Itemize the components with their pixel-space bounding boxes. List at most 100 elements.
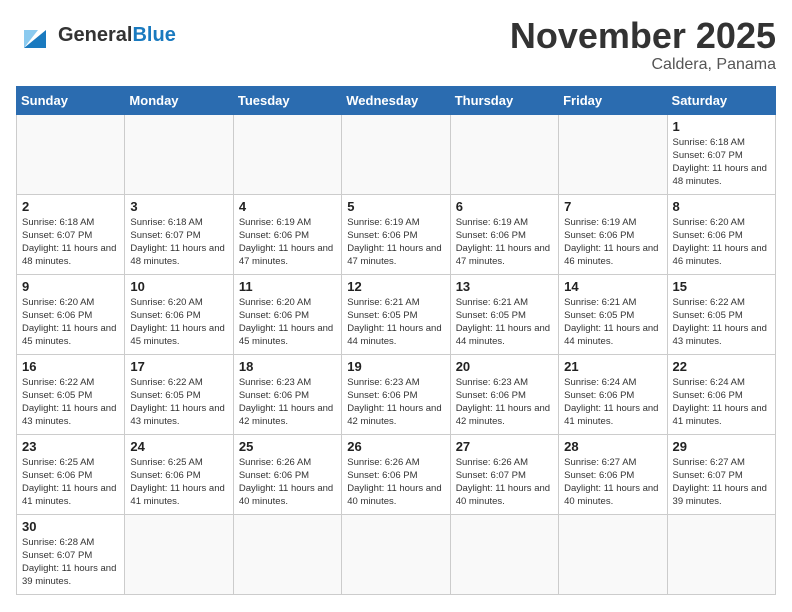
calendar-cell <box>233 114 341 194</box>
day-number: 17 <box>130 359 227 374</box>
calendar-cell: 14Sunrise: 6:21 AM Sunset: 6:05 PM Dayli… <box>559 274 667 354</box>
day-number: 25 <box>239 439 336 454</box>
title-block: November 2025 Caldera, Panama <box>510 16 776 74</box>
day-number: 2 <box>22 199 119 214</box>
day-info: Sunrise: 6:19 AM Sunset: 6:06 PM Dayligh… <box>347 216 444 269</box>
calendar-week-5: 30 Sunrise: 6:28 AM Sunset: 6:07 PM Dayli… <box>17 514 776 594</box>
logo-icon <box>16 16 54 54</box>
day-number: 20 <box>456 359 553 374</box>
calendar-week-1: 2 Sunrise: 6:18 AM Sunset: 6:07 PM Daylig… <box>17 194 776 274</box>
day-number: 15 <box>673 279 770 294</box>
day-info: Sunrise: 6:20 AM Sunset: 6:06 PM Dayligh… <box>22 296 119 349</box>
day-info: Sunrise: 6:19 AM Sunset: 6:06 PM Dayligh… <box>239 216 336 269</box>
day-number: 18 <box>239 359 336 374</box>
day-info: Sunrise: 6:18 AM Sunset: 6:07 PM Dayligh… <box>22 216 119 269</box>
calendar-cell: 3Sunrise: 6:18 AM Sunset: 6:07 PM Daylig… <box>125 194 233 274</box>
day-info: Sunrise: 6:27 AM Sunset: 6:07 PM Dayligh… <box>673 456 770 509</box>
day-info: Sunrise: 6:22 AM Sunset: 6:05 PM Dayligh… <box>22 376 119 429</box>
day-number: 23 <box>22 439 119 454</box>
calendar-cell <box>233 514 341 594</box>
weekday-sunday: Sunday <box>17 86 125 114</box>
calendar-cell: 9 Sunrise: 6:20 AM Sunset: 6:06 PM Daylig… <box>17 274 125 354</box>
weekday-friday: Friday <box>559 86 667 114</box>
day-info: Sunrise: 6:25 AM Sunset: 6:06 PM Dayligh… <box>22 456 119 509</box>
day-info: Sunrise: 6:26 AM Sunset: 6:07 PM Dayligh… <box>456 456 553 509</box>
calendar-cell: 6Sunrise: 6:19 AM Sunset: 6:06 PM Daylig… <box>450 194 558 274</box>
day-info: Sunrise: 6:18 AM Sunset: 6:07 PM Dayligh… <box>130 216 227 269</box>
day-info: Sunrise: 6:20 AM Sunset: 6:06 PM Dayligh… <box>130 296 227 349</box>
day-number: 26 <box>347 439 444 454</box>
calendar-cell: 27 Sunrise: 6:26 AM Sunset: 6:07 PM Dayli… <box>450 434 558 514</box>
day-info: Sunrise: 6:23 AM Sunset: 6:06 PM Dayligh… <box>239 376 336 429</box>
calendar-cell <box>125 514 233 594</box>
day-number: 16 <box>22 359 119 374</box>
day-info: Sunrise: 6:24 AM Sunset: 6:06 PM Dayligh… <box>673 376 770 429</box>
day-info: Sunrise: 6:18 AM Sunset: 6:07 PM Dayligh… <box>673 136 770 189</box>
calendar-cell: 5 Sunrise: 6:19 AM Sunset: 6:06 PM Daylig… <box>342 194 450 274</box>
day-info: Sunrise: 6:21 AM Sunset: 6:05 PM Dayligh… <box>456 296 553 349</box>
calendar-cell: 26Sunrise: 6:26 AM Sunset: 6:06 PM Dayli… <box>342 434 450 514</box>
day-number: 30 <box>22 519 119 534</box>
day-number: 5 <box>347 199 444 214</box>
day-info: Sunrise: 6:20 AM Sunset: 6:06 PM Dayligh… <box>239 296 336 349</box>
day-info: Sunrise: 6:22 AM Sunset: 6:05 PM Dayligh… <box>673 296 770 349</box>
calendar-cell: 23 Sunrise: 6:25 AM Sunset: 6:06 PM Dayli… <box>17 434 125 514</box>
day-info: Sunrise: 6:20 AM Sunset: 6:06 PM Dayligh… <box>673 216 770 269</box>
calendar-cell: 22Sunrise: 6:24 AM Sunset: 6:06 PM Dayli… <box>667 354 775 434</box>
calendar-cell: 12 Sunrise: 6:21 AM Sunset: 6:05 PM Dayli… <box>342 274 450 354</box>
day-info: Sunrise: 6:19 AM Sunset: 6:06 PM Dayligh… <box>564 216 661 269</box>
calendar-cell: 20Sunrise: 6:23 AM Sunset: 6:06 PM Dayli… <box>450 354 558 434</box>
weekday-tuesday: Tuesday <box>233 86 341 114</box>
month-title: November 2025 <box>510 16 776 56</box>
calendar-cell <box>342 514 450 594</box>
weekday-monday: Monday <box>125 86 233 114</box>
calendar-table: SundayMondayTuesdayWednesdayThursdayFrid… <box>16 86 776 595</box>
day-number: 19 <box>347 359 444 374</box>
calendar-cell: 21Sunrise: 6:24 AM Sunset: 6:06 PM Dayli… <box>559 354 667 434</box>
calendar-cell <box>667 514 775 594</box>
calendar-week-3: 16 Sunrise: 6:22 AM Sunset: 6:05 PM Dayli… <box>17 354 776 434</box>
day-number: 12 <box>347 279 444 294</box>
day-number: 7 <box>564 199 661 214</box>
calendar-body: 1 Sunrise: 6:18 AM Sunset: 6:07 PM Daylig… <box>17 114 776 594</box>
day-number: 28 <box>564 439 661 454</box>
calendar-cell <box>450 514 558 594</box>
calendar-cell <box>17 114 125 194</box>
day-number: 13 <box>456 279 553 294</box>
day-info: Sunrise: 6:25 AM Sunset: 6:06 PM Dayligh… <box>130 456 227 509</box>
calendar-cell: 25 Sunrise: 6:26 AM Sunset: 6:06 PM Dayli… <box>233 434 341 514</box>
weekday-header-row: SundayMondayTuesdayWednesdayThursdayFrid… <box>17 86 776 114</box>
calendar-cell: 8Sunrise: 6:20 AM Sunset: 6:06 PM Daylig… <box>667 194 775 274</box>
day-number: 6 <box>456 199 553 214</box>
weekday-thursday: Thursday <box>450 86 558 114</box>
day-number: 11 <box>239 279 336 294</box>
day-info: Sunrise: 6:23 AM Sunset: 6:06 PM Dayligh… <box>347 376 444 429</box>
calendar-cell: 24 Sunrise: 6:25 AM Sunset: 6:06 PM Dayli… <box>125 434 233 514</box>
day-info: Sunrise: 6:21 AM Sunset: 6:05 PM Dayligh… <box>347 296 444 349</box>
day-number: 9 <box>22 279 119 294</box>
day-number: 10 <box>130 279 227 294</box>
calendar-week-4: 23 Sunrise: 6:25 AM Sunset: 6:06 PM Dayli… <box>17 434 776 514</box>
logo: GeneralBlue <box>16 16 176 54</box>
calendar-cell <box>125 114 233 194</box>
calendar-cell <box>450 114 558 194</box>
page-header: GeneralBlue November 2025 Caldera, Panam… <box>16 16 776 74</box>
day-info: Sunrise: 6:26 AM Sunset: 6:06 PM Dayligh… <box>239 456 336 509</box>
calendar-cell: 29Sunrise: 6:27 AM Sunset: 6:07 PM Dayli… <box>667 434 775 514</box>
day-number: 27 <box>456 439 553 454</box>
day-number: 24 <box>130 439 227 454</box>
logo-text: GeneralBlue <box>58 24 176 46</box>
calendar-cell: 30 Sunrise: 6:28 AM Sunset: 6:07 PM Dayli… <box>17 514 125 594</box>
day-info: Sunrise: 6:27 AM Sunset: 6:06 PM Dayligh… <box>564 456 661 509</box>
day-info: Sunrise: 6:28 AM Sunset: 6:07 PM Dayligh… <box>22 536 119 589</box>
calendar-cell: 17Sunrise: 6:22 AM Sunset: 6:05 PM Dayli… <box>125 354 233 434</box>
calendar-cell: 28 Sunrise: 6:27 AM Sunset: 6:06 PM Dayli… <box>559 434 667 514</box>
weekday-saturday: Saturday <box>667 86 775 114</box>
calendar-cell: 13 Sunrise: 6:21 AM Sunset: 6:05 PM Dayli… <box>450 274 558 354</box>
calendar-week-2: 9 Sunrise: 6:20 AM Sunset: 6:06 PM Daylig… <box>17 274 776 354</box>
day-number: 21 <box>564 359 661 374</box>
day-number: 14 <box>564 279 661 294</box>
day-number: 1 <box>673 119 770 134</box>
calendar-cell <box>342 114 450 194</box>
calendar-cell <box>559 114 667 194</box>
